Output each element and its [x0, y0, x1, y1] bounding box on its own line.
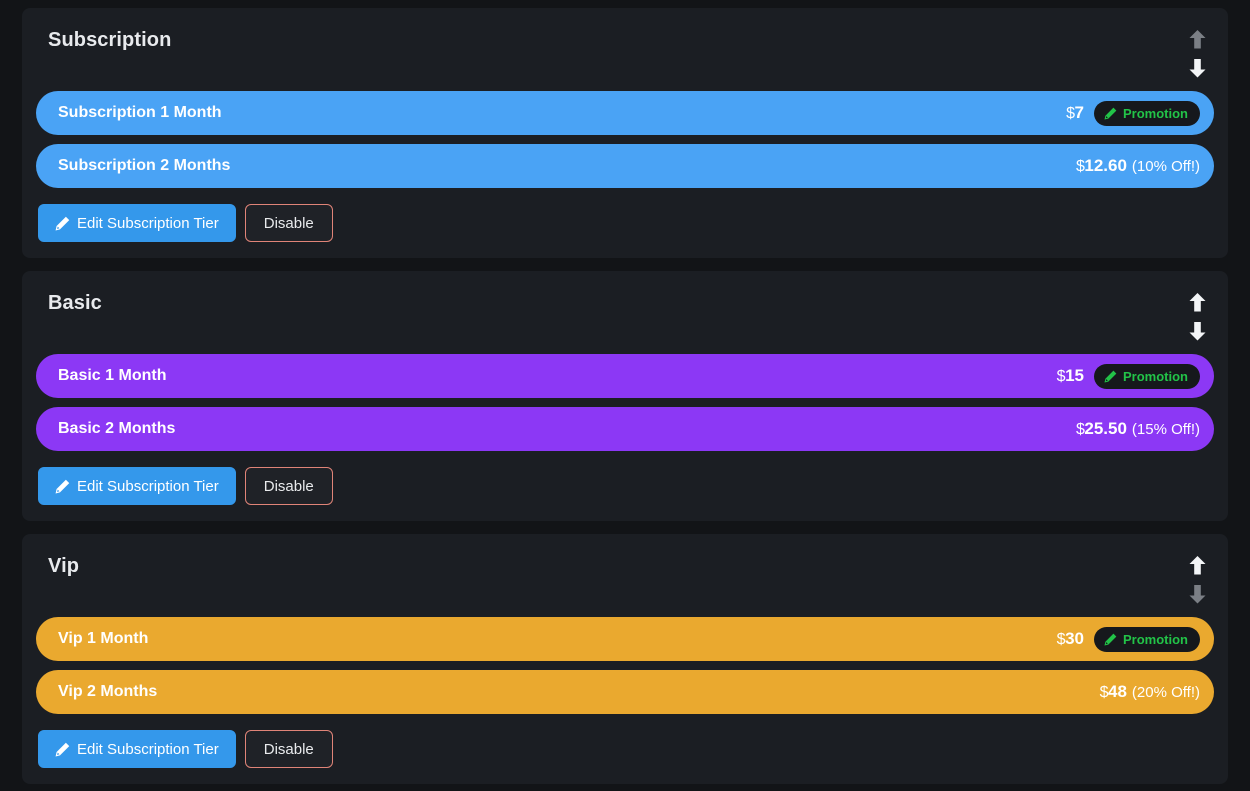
promotion-badge[interactable]: Promotion	[1094, 363, 1200, 389]
disable-tier-button[interactable]: Disable	[244, 467, 333, 505]
plan-price: $15	[1057, 366, 1084, 386]
plan-pill-subscription-2-months[interactable]: Subscription 2 Months $12.60 (10% Off!)	[36, 144, 1214, 188]
edit-subscription-tier-label: Edit Subscription Tier	[77, 477, 219, 495]
edit-subscription-tier-label: Edit Subscription Tier	[77, 214, 219, 232]
plan-name: Vip 2 Months	[58, 683, 158, 700]
plan-right-group: $12.60 (10% Off!)	[1076, 156, 1200, 176]
plan-name: Subscription 2 Months	[58, 157, 231, 174]
promotion-badge-label: Promotion	[1123, 631, 1188, 647]
plan-list: Vip 1 Month $30 Promotion Vip 2 Months $…	[36, 617, 1214, 714]
arrow-down-icon	[1189, 584, 1205, 603]
tier-reorder-controls	[1186, 554, 1214, 605]
disable-tier-label: Disable	[263, 740, 314, 758]
tier-reorder-controls	[1186, 28, 1214, 79]
arrow-down-icon	[1189, 58, 1205, 77]
plan-pill-vip-2-months[interactable]: Vip 2 Months $48 (20% Off!)	[36, 670, 1214, 714]
subscription-tiers-page: Subscription Subscription 1 Month $7 Pro…	[0, 0, 1250, 791]
plan-right-group: $30 Promotion	[1057, 626, 1200, 652]
plan-name: Basic 2 Months	[58, 420, 176, 437]
edit-subscription-tier-button[interactable]: Edit Subscription Tier	[38, 730, 236, 768]
pencil-icon	[55, 479, 70, 493]
tier-header: Subscription	[36, 28, 1214, 94]
tier-title: Subscription	[48, 29, 172, 51]
plan-amount: 25.50	[1084, 419, 1127, 438]
tier-title: Basic	[48, 292, 102, 314]
plan-currency-symbol: $	[1056, 368, 1066, 385]
plan-right-group: $7 Promotion	[1066, 100, 1200, 126]
tier-actions: Edit Subscription Tier Disable	[36, 467, 1214, 505]
plan-right-group: $15 Promotion	[1057, 363, 1200, 389]
plan-discount: (15% Off!)	[1131, 421, 1200, 438]
plan-pill-basic-2-months[interactable]: Basic 2 Months $25.50 (15% Off!)	[36, 407, 1214, 451]
promotion-badge[interactable]: Promotion	[1094, 100, 1200, 126]
plan-price: $30	[1057, 629, 1084, 649]
plan-currency-symbol: $	[1066, 105, 1075, 122]
pencil-icon	[1104, 370, 1117, 383]
promotion-badge[interactable]: Promotion	[1094, 626, 1200, 652]
plan-discount: (20% Off!)	[1131, 684, 1200, 701]
move-tier-down-button[interactable]	[1186, 320, 1208, 342]
pencil-icon	[1104, 633, 1117, 646]
move-tier-up-button[interactable]	[1186, 291, 1208, 313]
pencil-icon	[55, 742, 70, 756]
plan-pill-vip-1-month[interactable]: Vip 1 Month $30 Promotion	[36, 617, 1214, 661]
plan-right-group: $48 (20% Off!)	[1100, 682, 1200, 702]
tier-reorder-controls	[1186, 291, 1214, 342]
move-tier-down-button[interactable]	[1186, 583, 1208, 605]
plan-name: Subscription 1 Month	[58, 104, 222, 121]
plan-pill-subscription-1-month[interactable]: Subscription 1 Month $7 Promotion	[36, 91, 1214, 135]
pencil-icon	[55, 216, 70, 230]
promotion-badge-label: Promotion	[1123, 368, 1188, 384]
disable-tier-button[interactable]: Disable	[244, 204, 333, 242]
plan-price: $12.60 (10% Off!)	[1076, 156, 1200, 176]
pencil-icon	[1104, 107, 1117, 120]
arrow-up-icon	[1189, 555, 1205, 574]
tier-card-vip: Vip Vip 1 Month $30 Promotion Vip 2 Mont…	[22, 534, 1228, 784]
tier-header: Basic	[36, 291, 1214, 357]
arrow-up-icon	[1189, 29, 1205, 48]
plan-currency-symbol: $	[1099, 684, 1109, 701]
plan-right-group: $25.50 (15% Off!)	[1076, 419, 1200, 439]
plan-discount: (10% Off!)	[1131, 158, 1200, 175]
disable-tier-label: Disable	[263, 214, 314, 232]
edit-subscription-tier-button[interactable]: Edit Subscription Tier	[38, 467, 236, 505]
tier-actions: Edit Subscription Tier Disable	[36, 730, 1214, 768]
tier-title: Vip	[48, 555, 80, 577]
plan-amount: 12.60	[1084, 156, 1127, 175]
plan-list: Basic 1 Month $15 Promotion Basic 2 Mont…	[36, 354, 1214, 451]
plan-name: Basic 1 Month	[58, 367, 167, 384]
move-tier-up-button[interactable]	[1186, 28, 1208, 50]
plan-name: Vip 1 Month	[58, 630, 149, 647]
arrow-down-icon	[1189, 321, 1205, 340]
edit-subscription-tier-button[interactable]: Edit Subscription Tier	[38, 204, 236, 242]
plan-amount: 48	[1107, 682, 1127, 701]
move-tier-up-button[interactable]	[1186, 554, 1208, 576]
tier-actions: Edit Subscription Tier Disable	[36, 204, 1214, 242]
edit-subscription-tier-label: Edit Subscription Tier	[77, 740, 219, 758]
plan-amount: 7	[1074, 103, 1084, 122]
plan-amount: 30	[1065, 629, 1084, 648]
disable-tier-button[interactable]: Disable	[244, 730, 333, 768]
plan-pill-basic-1-month[interactable]: Basic 1 Month $15 Promotion	[36, 354, 1214, 398]
tier-card-subscription: Subscription Subscription 1 Month $7 Pro…	[22, 8, 1228, 258]
plan-price: $7	[1066, 103, 1084, 123]
promotion-badge-label: Promotion	[1123, 105, 1188, 121]
arrow-up-icon	[1189, 292, 1205, 311]
plan-price: $25.50 (15% Off!)	[1076, 419, 1200, 439]
disable-tier-label: Disable	[263, 477, 314, 495]
move-tier-down-button[interactable]	[1186, 57, 1208, 79]
plan-amount: 15	[1065, 366, 1084, 385]
plan-price: $48 (20% Off!)	[1100, 682, 1200, 702]
plan-currency-symbol: $	[1056, 631, 1066, 648]
tier-card-basic: Basic Basic 1 Month $15 Promotion Basic …	[22, 271, 1228, 521]
tier-header: Vip	[36, 554, 1214, 620]
plan-list: Subscription 1 Month $7 Promotion Subscr…	[36, 91, 1214, 188]
